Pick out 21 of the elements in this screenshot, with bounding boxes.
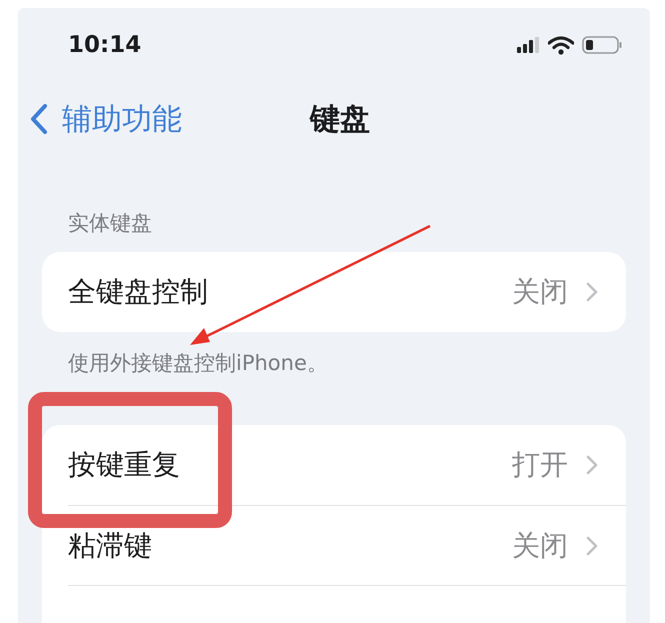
- status-time: 10:14: [68, 30, 142, 60]
- chevron-icon: [586, 455, 598, 475]
- wifi-icon: [548, 36, 574, 54]
- battery-icon: [582, 36, 622, 54]
- row-label: 全键盘控制: [68, 274, 208, 310]
- section-footer: 使用外接键盘控制iPhone。: [42, 332, 626, 425]
- back-button[interactable]: 辅助功能: [18, 96, 182, 142]
- row-label: 按键重复: [68, 447, 180, 483]
- back-chevron-icon: [30, 103, 48, 135]
- row-label: 粘滞键: [68, 528, 152, 564]
- signal-icon: [517, 37, 540, 53]
- settings-row[interactable]: 全键盘控制 关闭: [68, 252, 626, 332]
- chevron-icon: [586, 282, 598, 302]
- section-header: 实体键盘: [67, 210, 153, 237]
- row-value: 打开: [512, 447, 568, 483]
- row-value: 关闭: [512, 528, 568, 564]
- settings-row[interactable]: 粘滞键 关闭: [68, 505, 626, 585]
- page-title: 键盘: [310, 100, 370, 138]
- settings-row[interactable]: 按键重复 打开: [68, 425, 626, 505]
- chevron-icon: [586, 536, 598, 556]
- row-value: 关闭: [512, 274, 568, 310]
